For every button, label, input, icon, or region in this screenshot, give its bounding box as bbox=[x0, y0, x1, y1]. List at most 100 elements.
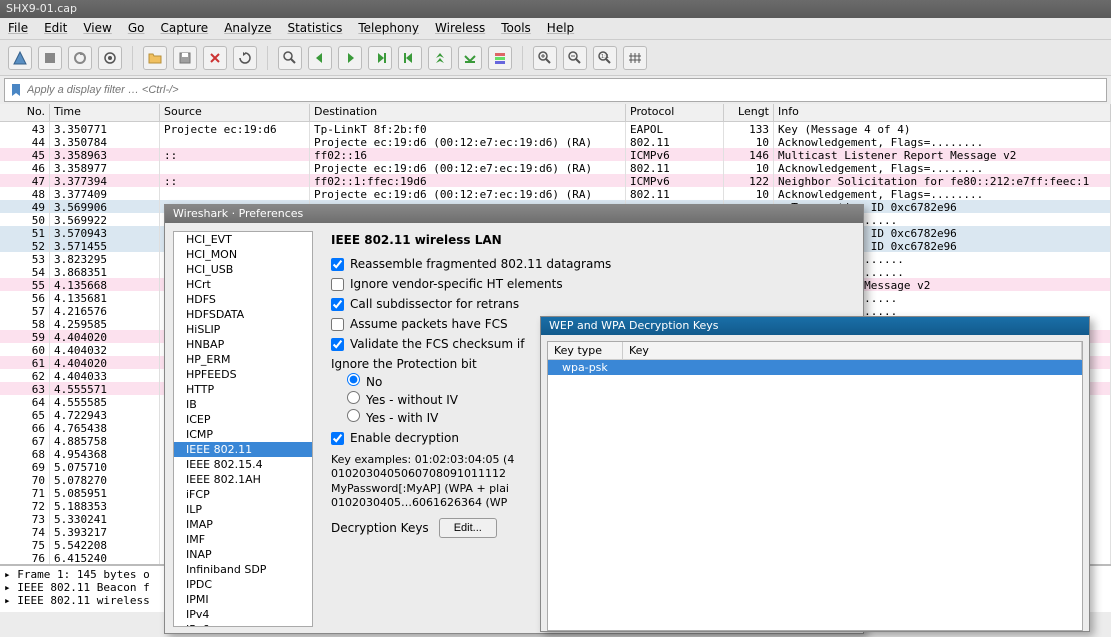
edit-keys-button[interactable]: Edit... bbox=[439, 518, 497, 538]
svg-text:1:1: 1:1 bbox=[601, 54, 609, 60]
col-header-length[interactable]: Lengt bbox=[724, 104, 774, 121]
menu-statistics[interactable]: Statistics bbox=[287, 21, 342, 36]
menu-file[interactable]: File bbox=[8, 21, 28, 36]
decryption-keys-dialog: WEP and WPA Decryption Keys Key type Key… bbox=[540, 316, 1090, 632]
protocol-item[interactable]: IPv4 bbox=[174, 607, 312, 622]
protocol-item[interactable]: HCrt bbox=[174, 277, 312, 292]
colorize-icon[interactable] bbox=[488, 46, 512, 70]
protocol-item[interactable]: ILP bbox=[174, 502, 312, 517]
menu-wireless[interactable]: Wireless bbox=[435, 21, 485, 36]
filter-bookmark-icon[interactable] bbox=[9, 83, 23, 97]
col-header-time[interactable]: Time bbox=[50, 104, 160, 121]
protocol-item[interactable]: HCI_USB bbox=[174, 262, 312, 277]
protocol-item[interactable]: HP_ERM bbox=[174, 352, 312, 367]
packet-row[interactable]: 483.377409Projecte_ec:19:d6 (00:12:e7:ec… bbox=[0, 187, 1111, 200]
zoom-in-icon[interactable] bbox=[533, 46, 557, 70]
cb-assume-fcs[interactable] bbox=[331, 318, 344, 331]
close-file-icon[interactable] bbox=[203, 46, 227, 70]
col-header-source[interactable]: Source bbox=[160, 104, 310, 121]
col-header-no[interactable]: No. bbox=[0, 104, 50, 121]
radio-protection-iv[interactable] bbox=[347, 409, 360, 422]
window-title: SHX9-01.cap bbox=[6, 2, 77, 15]
preferences-protocol-list[interactable]: HCI_EVTHCI_MONHCI_USBHCrtHDFSHDFSDATAHiS… bbox=[173, 231, 313, 627]
zoom-out-icon[interactable] bbox=[563, 46, 587, 70]
protocol-item[interactable]: HTTP bbox=[174, 382, 312, 397]
go-last-icon[interactable] bbox=[428, 46, 452, 70]
protocol-item[interactable]: iFCP bbox=[174, 487, 312, 502]
capture-stop-icon[interactable] bbox=[38, 46, 62, 70]
packet-row[interactable]: 433.350771Projecte_ec:19:d6Tp-LinkT_8f:2… bbox=[0, 122, 1111, 135]
menu-help[interactable]: Help bbox=[547, 21, 574, 36]
protocol-item[interactable]: IPv6 bbox=[174, 622, 312, 627]
keys-row-key bbox=[623, 360, 1082, 375]
toolbar: 1:1 bbox=[0, 40, 1111, 76]
auto-scroll-icon[interactable] bbox=[458, 46, 482, 70]
menu-analyze[interactable]: Analyze bbox=[224, 21, 271, 36]
protocol-item[interactable]: IEEE 802.15.4 bbox=[174, 457, 312, 472]
protocol-item[interactable]: ICMP bbox=[174, 427, 312, 442]
menu-view[interactable]: View bbox=[83, 21, 111, 36]
menubar: File Edit View Go Capture Analyze Statis… bbox=[0, 18, 1111, 40]
radio-protection-no[interactable] bbox=[347, 373, 360, 386]
go-forward-icon[interactable] bbox=[338, 46, 362, 70]
protocol-item[interactable]: Infiniband SDP bbox=[174, 562, 312, 577]
packet-row[interactable]: 443.350784Projecte_ec:19:d6 (00:12:e7:ec… bbox=[0, 135, 1111, 148]
display-filter-input[interactable] bbox=[27, 84, 1102, 96]
protocol-item[interactable]: HiSLIP bbox=[174, 322, 312, 337]
protocol-item[interactable]: IPMI bbox=[174, 592, 312, 607]
keys-col-type[interactable]: Key type bbox=[548, 342, 623, 359]
preferences-titlebar: Wireshark · Preferences bbox=[165, 205, 863, 223]
cb-enable-decryption[interactable] bbox=[331, 432, 344, 445]
reload-icon[interactable] bbox=[233, 46, 257, 70]
resize-columns-icon[interactable] bbox=[623, 46, 647, 70]
cb-subdissector[interactable] bbox=[331, 298, 344, 311]
protocol-item[interactable]: ICEP bbox=[174, 412, 312, 427]
go-to-packet-icon[interactable] bbox=[368, 46, 392, 70]
packet-row[interactable]: 473.377394::ff02::1:ffec:19d6ICMPv6122Ne… bbox=[0, 174, 1111, 187]
cb-validate-fcs[interactable] bbox=[331, 338, 344, 351]
decryption-keys-table: Key type Key wpa-psk bbox=[547, 341, 1083, 631]
protocol-item[interactable]: IEEE 802.1AH bbox=[174, 472, 312, 487]
window-titlebar: SHX9-01.cap bbox=[0, 0, 1111, 18]
save-file-icon[interactable] bbox=[173, 46, 197, 70]
menu-telephony[interactable]: Telephony bbox=[358, 21, 419, 36]
open-file-icon[interactable] bbox=[143, 46, 167, 70]
protocol-item[interactable]: IMF bbox=[174, 532, 312, 547]
capture-start-icon[interactable] bbox=[8, 46, 32, 70]
col-header-destination[interactable]: Destination bbox=[310, 104, 626, 121]
keys-row-type: wpa-psk bbox=[548, 360, 623, 375]
menu-edit[interactable]: Edit bbox=[44, 21, 67, 36]
cb-reassemble[interactable] bbox=[331, 258, 344, 271]
menu-tools[interactable]: Tools bbox=[501, 21, 531, 36]
radio-protection-noiv[interactable] bbox=[347, 391, 360, 404]
keys-col-key[interactable]: Key bbox=[623, 342, 1082, 359]
packet-row[interactable]: 453.358963::ff02::16ICMPv6146Multicast L… bbox=[0, 148, 1111, 161]
capture-restart-icon[interactable] bbox=[68, 46, 92, 70]
packet-list-header: No. Time Source Destination Protocol Len… bbox=[0, 104, 1111, 122]
col-header-protocol[interactable]: Protocol bbox=[626, 104, 724, 121]
protocol-item[interactable]: IEEE 802.11 bbox=[174, 442, 312, 457]
protocol-item[interactable]: INAP bbox=[174, 547, 312, 562]
keys-row[interactable]: wpa-psk bbox=[548, 360, 1082, 375]
protocol-item[interactable]: HCI_EVT bbox=[174, 232, 312, 247]
protocol-item[interactable]: IB bbox=[174, 397, 312, 412]
menu-go[interactable]: Go bbox=[128, 21, 145, 36]
go-back-icon[interactable] bbox=[308, 46, 332, 70]
protocol-item[interactable]: HDFS bbox=[174, 292, 312, 307]
protocol-item[interactable]: HPFEEDS bbox=[174, 367, 312, 382]
zoom-reset-icon[interactable]: 1:1 bbox=[593, 46, 617, 70]
cb-ignore-ht[interactable] bbox=[331, 278, 344, 291]
protocol-item[interactable]: IPDC bbox=[174, 577, 312, 592]
go-first-icon[interactable] bbox=[398, 46, 422, 70]
menu-capture[interactable]: Capture bbox=[160, 21, 208, 36]
protocol-item[interactable]: HDFSDATA bbox=[174, 307, 312, 322]
protocol-item[interactable]: HCI_MON bbox=[174, 247, 312, 262]
packet-row[interactable]: 463.358977Projecte_ec:19:d6 (00:12:e7:ec… bbox=[0, 161, 1111, 174]
capture-options-icon[interactable] bbox=[98, 46, 122, 70]
protocol-item[interactable]: IMAP bbox=[174, 517, 312, 532]
decryption-keys-label: Decryption Keys bbox=[331, 521, 429, 535]
display-filter-bar bbox=[4, 78, 1107, 102]
col-header-info[interactable]: Info bbox=[774, 104, 1111, 121]
find-icon[interactable] bbox=[278, 46, 302, 70]
protocol-item[interactable]: HNBAP bbox=[174, 337, 312, 352]
